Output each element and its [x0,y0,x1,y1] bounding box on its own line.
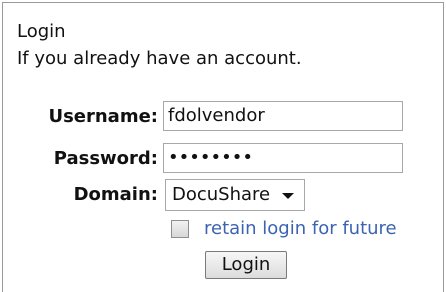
retain-login-label[interactable]: retain login for future [204,218,397,240]
password-input[interactable]: •••••••• [163,143,403,173]
domain-select[interactable]: DocuShare [165,179,305,211]
retain-login-checkbox[interactable] [171,220,189,238]
login-panel: Login If you already have an account. Us… [2,2,444,292]
username-input[interactable]: fdolvendor [163,101,403,131]
domain-label: Domain: [73,184,158,205]
login-subtitle: If you already have an account. [17,48,302,69]
domain-selected-value: DocuShare [172,184,271,205]
password-label: Password: [53,148,158,169]
username-label: Username: [48,106,158,127]
login-button[interactable]: Login [205,251,287,279]
chevron-down-icon [282,193,294,199]
login-title: Login [17,21,66,42]
